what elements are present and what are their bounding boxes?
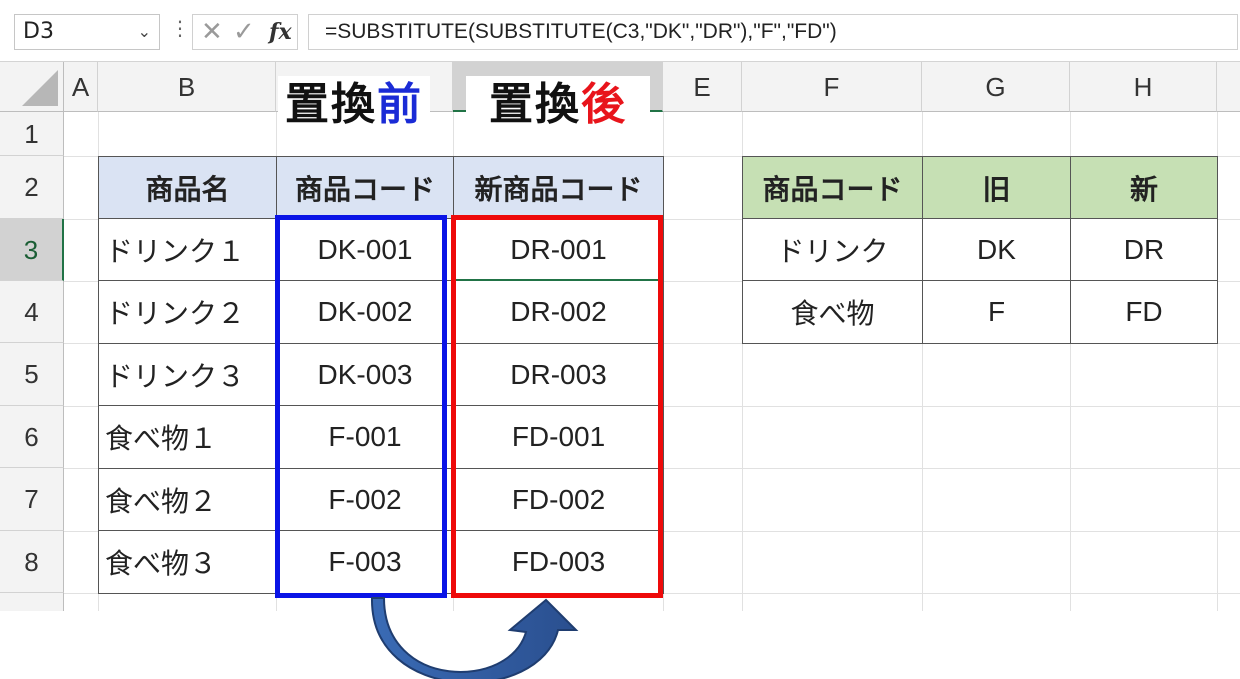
curved-arrow-icon [370, 597, 579, 679]
